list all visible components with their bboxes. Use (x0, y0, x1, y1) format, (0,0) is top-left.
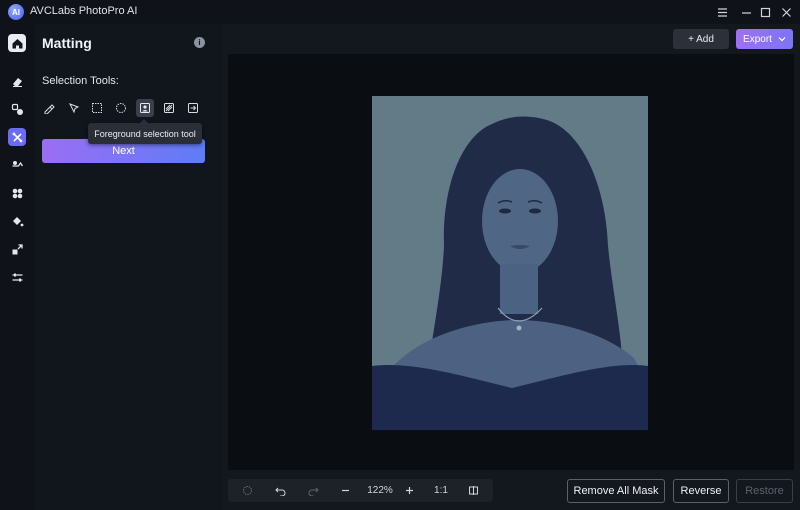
tool-rail (0, 24, 34, 510)
app-logo: AI (8, 4, 24, 20)
import-mask-icon[interactable] (184, 99, 202, 117)
background-selection-icon[interactable] (160, 99, 178, 117)
minimize-icon[interactable] (737, 3, 755, 21)
image-canvas[interactable] (228, 54, 794, 470)
actual-size-button[interactable]: 1:1 (428, 482, 454, 499)
zoom-toolbar: 122% 1:1 (228, 479, 493, 502)
app-title: AVCLabs PhotoPro AI (30, 5, 138, 17)
fill-icon[interactable] (8, 212, 26, 230)
panel-title: Matting (42, 35, 92, 51)
chevron-down-icon (778, 37, 786, 42)
foreground-selection-icon[interactable] (136, 99, 154, 117)
add-button[interactable]: + Add (673, 29, 729, 49)
tool-tooltip: Foreground selection tool (88, 119, 202, 144)
maximize-icon[interactable] (756, 3, 774, 21)
ellipse-tool-icon[interactable] (112, 99, 130, 117)
adjust-icon[interactable] (8, 268, 26, 286)
object-replace-icon[interactable] (8, 100, 26, 118)
enhance-icon[interactable] (8, 156, 26, 174)
matting-icon[interactable] (8, 128, 26, 146)
eraser-icon[interactable] (8, 72, 26, 90)
undo-icon[interactable] (271, 482, 289, 499)
colorize-icon[interactable] (8, 184, 26, 202)
upscale-icon[interactable] (8, 240, 26, 258)
brush-tool-icon[interactable] (40, 99, 58, 117)
menu-icon[interactable] (713, 3, 731, 21)
export-label: Export (743, 33, 772, 45)
zoom-out-icon[interactable] (336, 482, 354, 499)
zoom-level: 122% (367, 485, 393, 496)
workspace: + Add Export 122% 1:1 Remove All Mask Re… (222, 24, 800, 510)
restore-button[interactable]: Restore (736, 479, 793, 503)
compare-icon[interactable] (464, 482, 482, 499)
home-icon[interactable] (8, 34, 26, 52)
rectangle-tool-icon[interactable] (88, 99, 106, 117)
lasso-tool-icon[interactable] (65, 99, 83, 117)
reset-icon[interactable] (238, 482, 256, 499)
title-bar: AI AVCLabs PhotoPro AI (0, 0, 800, 24)
remove-all-mask-button[interactable]: Remove All Mask (567, 479, 665, 503)
zoom-in-icon[interactable] (400, 482, 418, 499)
redo-icon[interactable] (304, 482, 322, 499)
export-button[interactable]: Export (736, 29, 793, 49)
reverse-button[interactable]: Reverse (673, 479, 729, 503)
close-icon[interactable] (777, 3, 795, 21)
matting-panel: Matting i Selection Tools: Next Foregrou… (34, 24, 222, 510)
selection-tools-label: Selection Tools: (42, 75, 119, 87)
portrait-photo-with-mask[interactable] (372, 96, 648, 430)
info-icon[interactable]: i (194, 37, 205, 48)
